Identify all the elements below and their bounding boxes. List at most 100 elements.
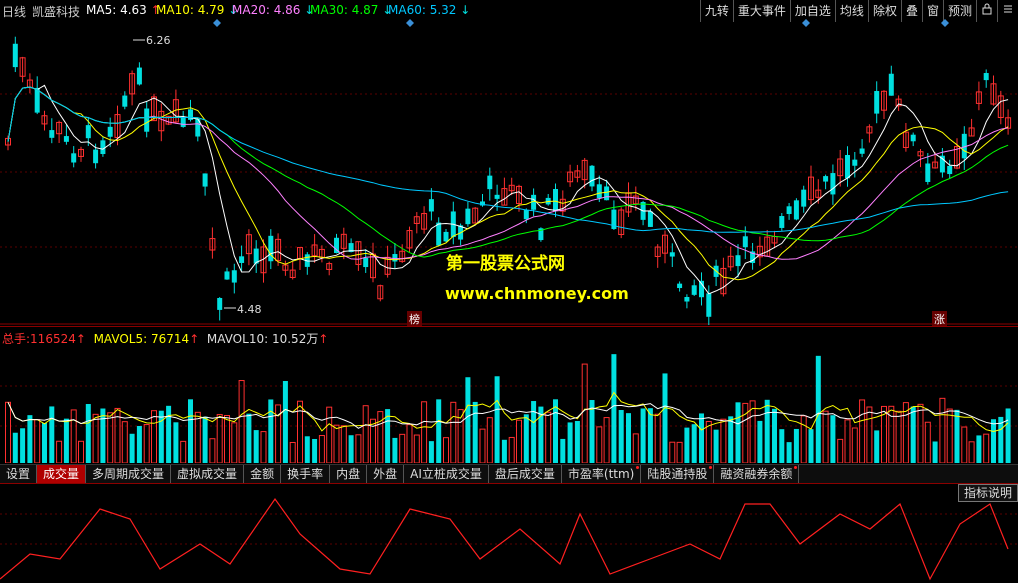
- tab-0[interactable]: 设置: [0, 465, 38, 483]
- candle-down: [428, 199, 434, 212]
- volume-chart[interactable]: [0, 346, 1018, 463]
- volume-bar-down: [100, 408, 106, 463]
- indicator-chart[interactable]: [0, 484, 1018, 583]
- volume-bar-down: [611, 354, 617, 463]
- badge-dot-icon: [636, 466, 640, 469]
- volume-bar-down: [49, 406, 55, 463]
- tab-9[interactable]: 盘后成交量: [489, 465, 562, 483]
- candle-down: [852, 159, 858, 166]
- volume-bar-down: [793, 428, 799, 463]
- volume-bar-down: [501, 439, 507, 463]
- volume-bar-down: [158, 410, 164, 463]
- candle-down: [947, 165, 953, 175]
- volume-bar-down: [647, 408, 653, 463]
- volume-bar-up: [866, 406, 873, 463]
- volume-bar-up: [92, 413, 99, 463]
- candle-down: [392, 254, 398, 262]
- limit-up-tag[interactable]: 涨: [932, 311, 947, 327]
- candle-down: [830, 173, 836, 195]
- candle-down: [436, 222, 442, 246]
- tab-7[interactable]: 外盘: [367, 465, 405, 483]
- volume-bar-up: [603, 417, 610, 463]
- volume-bar-up: [450, 401, 457, 463]
- volume-bar-up: [143, 424, 150, 463]
- volume-bar-up: [946, 408, 953, 463]
- volume-bar-down: [567, 422, 573, 463]
- volume-ma-line: [7, 402, 1009, 429]
- tab-8[interactable]: AI立桩成交量: [404, 465, 489, 483]
- volume-bar-down: [282, 381, 288, 463]
- candle-down: [107, 126, 113, 137]
- price-chart[interactable]: [0, 22, 1018, 325]
- tab-11[interactable]: 陆股通持股: [641, 465, 715, 483]
- candle-down: [925, 163, 931, 182]
- volume-bar-up: [151, 410, 157, 463]
- candle-down: [202, 173, 208, 187]
- candle-down: [786, 206, 792, 215]
- candle-down: [93, 149, 99, 164]
- volume-bar-up: [224, 415, 230, 463]
- volume-bar-up: [209, 438, 216, 463]
- candle-down: [180, 116, 186, 127]
- volume-bar-up: [70, 409, 77, 463]
- candle-down: [136, 67, 142, 85]
- volume-bar-up: [413, 434, 420, 463]
- volume-bar-up: [961, 426, 968, 463]
- candle-down: [49, 130, 55, 138]
- candle-down: [122, 95, 128, 107]
- volume-bar-down: [735, 402, 741, 463]
- volume-bar-down: [1005, 408, 1011, 463]
- candle-down: [487, 175, 493, 190]
- badge-dot-icon: [794, 466, 798, 469]
- volume-bar-up: [983, 433, 990, 463]
- tab-4[interactable]: 金额: [244, 465, 282, 483]
- candle-down: [100, 140, 106, 155]
- candle-down: [910, 134, 916, 142]
- candle-down: [71, 153, 77, 163]
- candle-down: [874, 91, 880, 114]
- ma60-legend: MA60: 5.32 ↓: [388, 3, 471, 17]
- volume-bar-down: [910, 406, 916, 463]
- volume-bar-up: [216, 414, 223, 463]
- candle-down: [793, 200, 799, 220]
- rank-tag[interactable]: 榜: [407, 311, 422, 327]
- volume-bar-up: [917, 403, 924, 463]
- volume-bar-up: [238, 380, 245, 463]
- volume-bar-down: [472, 401, 478, 463]
- volume-bar-down: [815, 355, 821, 463]
- volume-bar-up: [479, 428, 486, 463]
- volume-bar-up: [516, 419, 522, 463]
- low-price-label: 4.48: [237, 303, 262, 316]
- candle-down: [691, 285, 697, 295]
- volume-bar-down: [27, 415, 33, 463]
- volume-bar-up: [362, 405, 369, 463]
- candle-down: [553, 189, 558, 211]
- volume-bar-down: [523, 414, 529, 463]
- candle-down: [823, 176, 829, 182]
- tab-1[interactable]: 成交量: [37, 465, 87, 483]
- candle-down: [742, 236, 748, 248]
- tab-5[interactable]: 换手率: [281, 465, 331, 483]
- volume-bar-up: [194, 411, 201, 463]
- volume-bar-up: [632, 433, 639, 463]
- indicator-line: [0, 497, 1009, 581]
- ma10-legend: MA10: 4.79 ↓: [156, 3, 239, 17]
- tab-6[interactable]: 内盘: [330, 465, 368, 483]
- badge-dot-icon: [709, 466, 713, 469]
- tab-3[interactable]: 虚拟成交量: [171, 465, 245, 483]
- volume-bar-up: [5, 401, 11, 463]
- tab-12[interactable]: 融资融券余额: [714, 465, 800, 483]
- volume-bar-up: [968, 441, 975, 463]
- tab-2[interactable]: 多周期成交量: [86, 465, 172, 483]
- volume-bar-up: [56, 440, 63, 463]
- volume-bar-down: [465, 377, 471, 463]
- candle-down: [363, 257, 369, 268]
- volume-bar-up: [107, 412, 114, 463]
- candle-down: [888, 73, 894, 96]
- volume-bar-up: [859, 399, 866, 463]
- tab-10[interactable]: 市盈率(ttm): [562, 465, 642, 483]
- candle-down: [669, 252, 675, 257]
- volume-ma-line: [7, 391, 1009, 433]
- volume-bar-down: [129, 433, 135, 463]
- volume-bar-up: [231, 422, 238, 463]
